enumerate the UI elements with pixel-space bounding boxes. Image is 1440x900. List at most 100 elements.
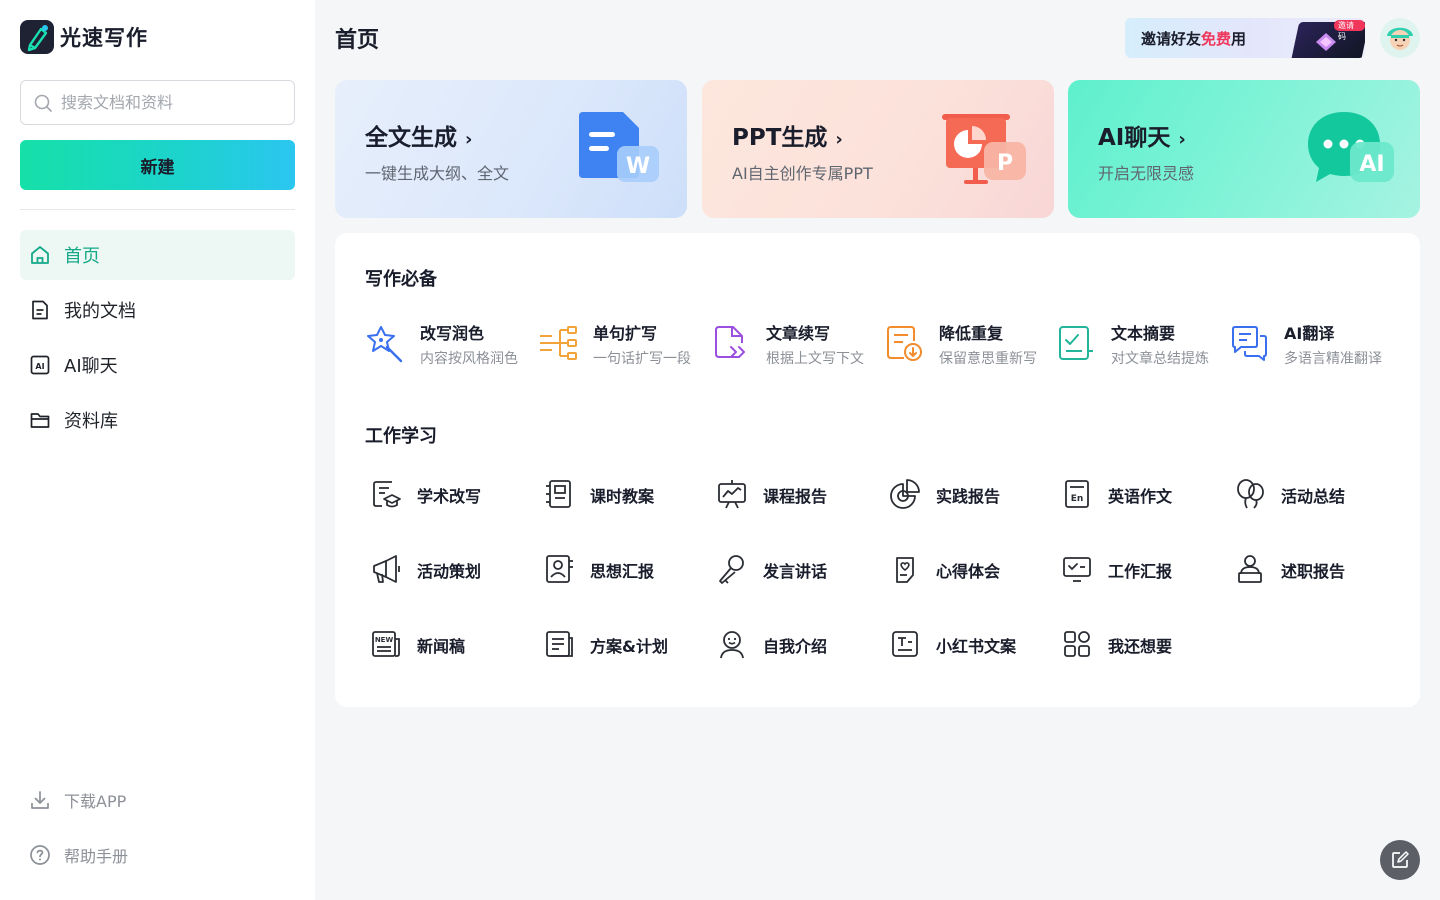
app-logo[interactable]: 光速写作 bbox=[20, 20, 148, 54]
svg-text:AI: AI bbox=[1359, 152, 1384, 177]
hero-card-ppt[interactable]: PPT生成 › AI自主创作专属PPT P bbox=[702, 80, 1054, 218]
work-item-label: 新闻稿 bbox=[417, 637, 466, 656]
work-item-work-report[interactable]: 工作汇报 bbox=[1056, 548, 1228, 588]
help-manual-label: 帮助手册 bbox=[64, 847, 129, 866]
tool-name: 文章续写 bbox=[766, 324, 831, 343]
invite-text: 邀请好友免费用 bbox=[1141, 30, 1247, 48]
feedback-button[interactable] bbox=[1380, 840, 1420, 880]
doc-download-icon bbox=[887, 326, 922, 361]
svg-text:AI: AI bbox=[35, 362, 44, 371]
hero-card-full-text[interactable]: 全文生成 › 一键生成大纲、全文 W bbox=[335, 80, 687, 218]
work-item-practice-report[interactable]: 实践报告 bbox=[884, 473, 1056, 513]
work-item-duty-report[interactable]: 述职报告 bbox=[1229, 548, 1401, 588]
work-item-reflection[interactable]: 心得体会 bbox=[884, 548, 1056, 588]
download-icon bbox=[31, 791, 49, 809]
invite-code-tag: 邀请码 bbox=[1334, 20, 1365, 41]
search-input[interactable] bbox=[61, 93, 281, 112]
grid-apps-icon bbox=[1064, 631, 1090, 657]
work-item-xiaohongshu-copy[interactable]: 小红书文案 bbox=[884, 623, 1056, 663]
sidebar-divider bbox=[20, 209, 295, 210]
svg-text:W: W bbox=[626, 154, 650, 179]
megaphone-icon bbox=[373, 555, 400, 583]
folder-icon bbox=[30, 413, 50, 428]
hero-title: 全文生成 › bbox=[365, 125, 473, 151]
home-icon bbox=[31, 246, 49, 264]
svg-text:NEW: NEW bbox=[375, 636, 394, 644]
search-icon bbox=[34, 94, 52, 112]
invite-friends-banner[interactable]: 邀请好友免费用 邀请码 bbox=[1125, 18, 1365, 58]
section-title-writing-essentials: 写作必备 bbox=[365, 269, 437, 290]
hero-card-ai-chat[interactable]: AI聊天 › 开启无限灵感 AI bbox=[1068, 80, 1420, 218]
logo-pen-icon bbox=[20, 20, 54, 54]
sidebar-footer: 下载APP 帮助手册 bbox=[20, 775, 295, 885]
gift-icon bbox=[1316, 33, 1336, 51]
work-item-more-requests[interactable]: 我还想要 bbox=[1056, 623, 1228, 663]
work-item-speech[interactable]: 发言讲话 bbox=[711, 548, 883, 588]
work-item-lesson-plan[interactable]: 课时教案 bbox=[538, 473, 710, 513]
document-icon bbox=[32, 300, 48, 320]
work-item-label: 英语作文 bbox=[1108, 487, 1173, 506]
smiling-person-icon bbox=[720, 631, 744, 659]
work-item-self-introduction[interactable]: 自我介绍 bbox=[711, 623, 883, 663]
svg-text:En: En bbox=[1071, 494, 1084, 504]
tool-name: 文本摘要 bbox=[1111, 324, 1176, 343]
sidebar-item-library[interactable]: 资料库 bbox=[20, 395, 295, 445]
hero-subtitle: AI自主创作专属PPT bbox=[732, 164, 873, 183]
tool-continue-writing[interactable]: 文章续写 根据上文写下文 bbox=[711, 318, 883, 368]
work-item-activity-summary[interactable]: 活动总结 bbox=[1229, 473, 1401, 513]
work-item-press-release[interactable]: NEW 新闻稿 bbox=[365, 623, 537, 663]
svg-text:P: P bbox=[997, 151, 1013, 176]
graduation-doc-icon bbox=[373, 481, 401, 508]
tool-text-summary[interactable]: 文本摘要 对文章总结提炼 bbox=[1056, 318, 1228, 368]
continue-doc-icon bbox=[715, 326, 745, 358]
chat-bubble-icon: AI bbox=[1308, 112, 1394, 182]
profile-doc-icon bbox=[546, 555, 573, 583]
help-icon bbox=[30, 845, 50, 865]
sidebar-item-ai-chat[interactable]: AI AI聊天 bbox=[20, 340, 295, 390]
work-item-activity-planning[interactable]: 活动策划 bbox=[365, 548, 537, 588]
tool-rewrite-polish[interactable]: 改写润色 内容按风格润色 bbox=[365, 318, 537, 368]
sidebar-item-my-docs[interactable]: 我的文档 bbox=[20, 285, 295, 335]
work-item-label: 学术改写 bbox=[417, 487, 482, 506]
work-item-label: 工作汇报 bbox=[1108, 562, 1173, 581]
app-name: 光速写作 bbox=[60, 26, 148, 50]
tool-name: 改写润色 bbox=[420, 324, 485, 343]
work-item-academic-rewrite[interactable]: 学术改写 bbox=[365, 473, 537, 513]
tool-reduce-duplication[interactable]: 降低重复 保留意思重新写 bbox=[884, 318, 1056, 368]
edit-square-icon bbox=[1392, 851, 1409, 868]
checklist-icon bbox=[1059, 326, 1093, 360]
tool-desc: 保留意思重新写 bbox=[939, 351, 1037, 367]
help-manual-link[interactable]: 帮助手册 bbox=[20, 830, 295, 880]
work-item-label: 我还想要 bbox=[1108, 637, 1173, 656]
tool-desc: 多语言精准翻译 bbox=[1284, 351, 1382, 367]
work-item-course-report[interactable]: 课程报告 bbox=[711, 473, 883, 513]
work-item-thought-report[interactable]: 思想汇报 bbox=[538, 548, 710, 588]
work-item-label: 方案&计划 bbox=[590, 637, 668, 656]
tool-sentence-expand[interactable]: 单句扩写 一句话扩写一段 bbox=[538, 318, 710, 368]
presentation-icon: P bbox=[942, 114, 1026, 184]
sidebar-item-home[interactable]: 首页 bbox=[20, 230, 295, 280]
sidebar-nav: 首页 我的文档 AI AI聊天 资料库 bbox=[20, 230, 295, 450]
download-app-link[interactable]: 下载APP bbox=[20, 775, 295, 825]
pie-chart-icon bbox=[890, 479, 920, 509]
text-box-icon bbox=[892, 631, 918, 657]
tool-name: 单句扩写 bbox=[593, 324, 658, 343]
tool-name: 降低重复 bbox=[939, 324, 1004, 343]
balloons-icon bbox=[1237, 479, 1264, 509]
notebook-icon bbox=[546, 480, 571, 508]
tool-ai-translate[interactable]: AI翻译 多语言精准翻译 bbox=[1229, 318, 1401, 368]
new-button[interactable]: 新建 bbox=[20, 140, 295, 190]
work-item-plan[interactable]: 方案&计划 bbox=[538, 623, 710, 663]
sidebar: 光速写作 新建 首页 我的文档 AI AI聊天 资料库 下载APP bbox=[0, 0, 315, 900]
chart-board-icon bbox=[718, 480, 746, 509]
hero-subtitle: 一键生成大纲、全文 bbox=[365, 164, 510, 183]
tool-desc: 内容按风格润色 bbox=[420, 351, 518, 367]
work-item-label: 课程报告 bbox=[763, 487, 828, 506]
user-avatar[interactable] bbox=[1380, 18, 1420, 58]
person-podium-icon bbox=[1238, 555, 1262, 583]
work-item-english-essay[interactable]: En 英语作文 bbox=[1056, 473, 1228, 513]
sidebar-item-label: 我的文档 bbox=[64, 301, 136, 322]
search-box[interactable] bbox=[20, 80, 295, 125]
work-item-label: 发言讲话 bbox=[763, 562, 828, 581]
hero-subtitle: 开启无限灵感 bbox=[1098, 164, 1195, 183]
